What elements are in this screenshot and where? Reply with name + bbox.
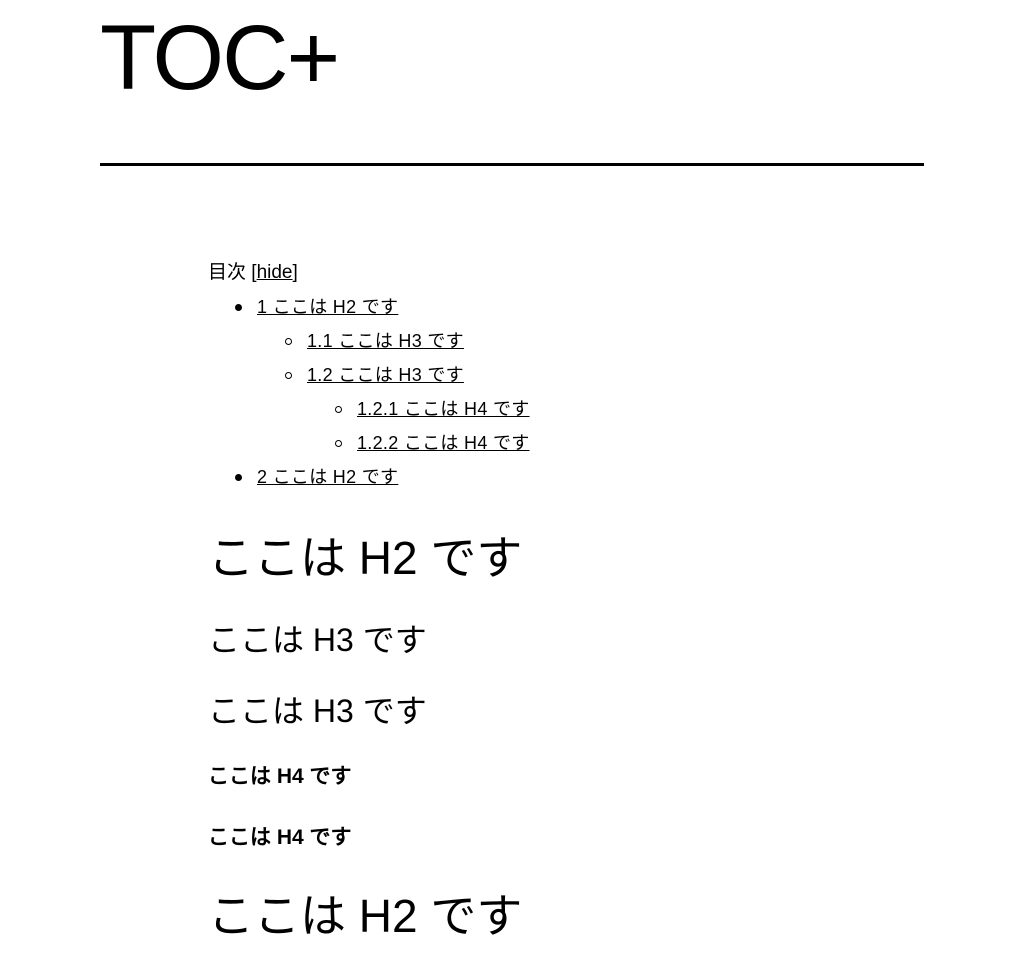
bullet-circle-icon xyxy=(285,338,292,345)
header-divider xyxy=(100,163,924,166)
site-title: TOC+ xyxy=(100,7,340,109)
toc-link[interactable]: 1.2.2 ここは H4 です xyxy=(357,433,530,453)
bullet-circle-icon xyxy=(285,372,292,379)
toc-link[interactable]: 1.2.1 ここは H4 です xyxy=(357,399,530,419)
heading-h3: ここは H3 です xyxy=(208,622,427,658)
toc-link[interactable]: 1.2 ここは H3 です xyxy=(307,365,464,385)
heading-h4: ここは H4 です xyxy=(208,765,352,788)
bullet-circle-icon xyxy=(335,440,342,447)
toc-container-title: 目次 [hide] xyxy=(208,258,908,290)
toc-list: 1 ここは H2 です 1.1 ここは H3 です 1.2 ここは H3 です … xyxy=(208,290,908,494)
heading-h2: ここは H2 です xyxy=(208,890,523,942)
toc-title: 目次 xyxy=(208,262,247,283)
toc-item: 1.2.1 ここは H4 です xyxy=(208,392,908,426)
toc-item: 1 ここは H2 です xyxy=(208,290,908,324)
toc-link[interactable]: 1.1 ここは H3 です xyxy=(307,331,464,351)
heading-h2: ここは H2 です xyxy=(208,532,523,584)
toc-link[interactable]: 1 ここは H2 です xyxy=(257,297,398,317)
toc-hide-link[interactable]: hide xyxy=(257,262,293,283)
heading-h4: ここは H4 です xyxy=(208,826,352,849)
bullet-disc-icon xyxy=(235,304,242,311)
post-content: 目次 [hide] 1 ここは H2 です 1.1 ここは H3 です 1.2 … xyxy=(208,258,908,942)
bullet-disc-icon xyxy=(235,474,242,481)
bullet-circle-icon xyxy=(335,406,342,413)
toc-link[interactable]: 2 ここは H2 です xyxy=(257,467,398,487)
heading-h3: ここは H3 です xyxy=(208,693,427,729)
toc-item: 1.2 ここは H3 です xyxy=(208,358,908,392)
toc-item: 2 ここは H2 です xyxy=(208,460,908,494)
toc-item: 1.2.2 ここは H4 です xyxy=(208,426,908,460)
toc-toggle: [hide] xyxy=(251,262,298,283)
toc-item: 1.1 ここは H3 です xyxy=(208,324,908,358)
